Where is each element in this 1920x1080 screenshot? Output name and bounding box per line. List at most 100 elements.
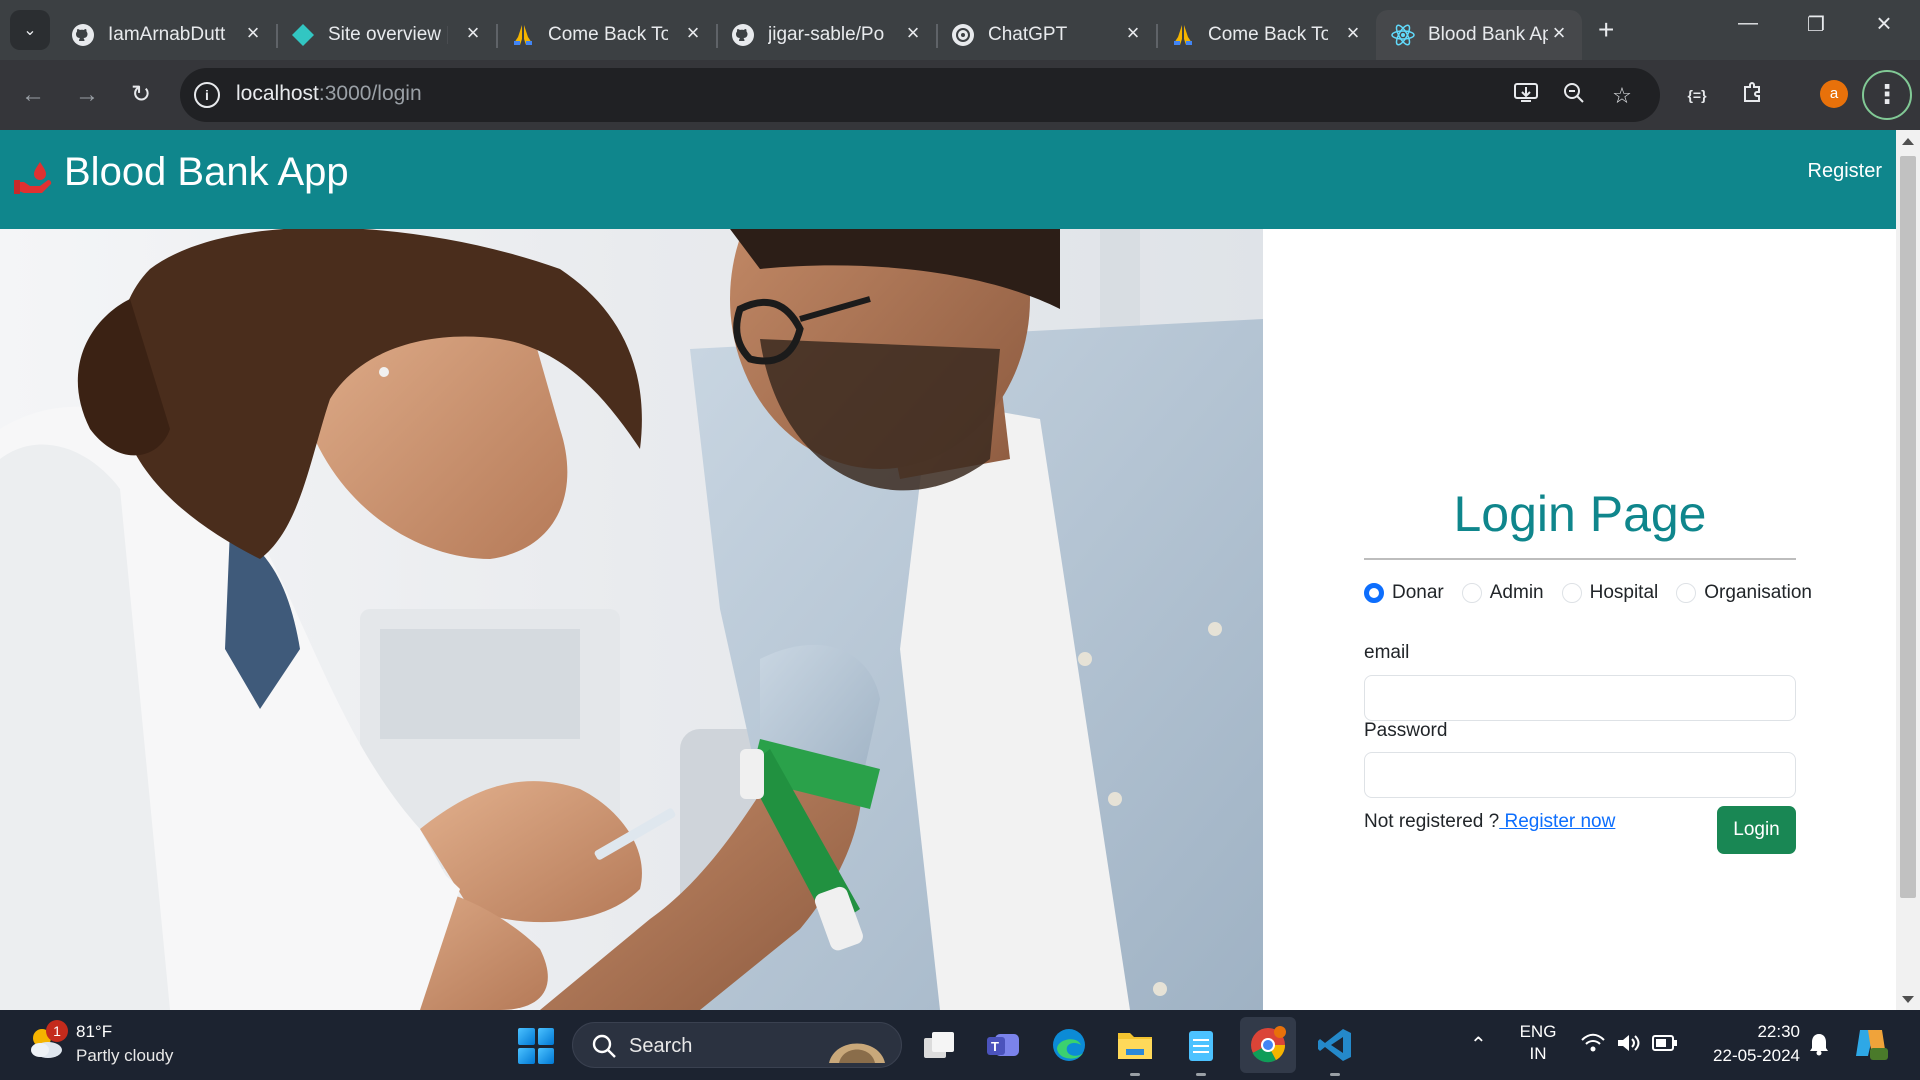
tab-title: jigar-sable/Po	[768, 24, 885, 45]
app-brand[interactable]: Blood Bank App	[64, 150, 349, 195]
web-page: Blood Bank App Register Login Page Donar…	[0, 130, 1896, 1010]
task-view-icon[interactable]	[918, 1024, 960, 1066]
radio-organisation[interactable]	[1676, 583, 1697, 603]
language-code: ENG	[1519, 1022, 1557, 1041]
role-label: Organisation	[1704, 582, 1812, 603]
minimize-icon[interactable]: —	[1728, 12, 1768, 35]
show-hidden-icons-chevron-icon[interactable]: ⌃	[1470, 1032, 1487, 1057]
scroll-down-icon[interactable]	[1902, 996, 1914, 1003]
tab-strip: ⌄ IamArnabDutt × Site overview | × Come …	[0, 0, 1920, 60]
radio-admin[interactable]	[1461, 583, 1482, 603]
tab-2[interactable]: Site overview | ×	[276, 10, 498, 60]
search-icon	[592, 1034, 616, 1058]
browser-menu-button[interactable]: ⋮	[1862, 70, 1912, 120]
restore-icon[interactable]: ❐	[1796, 12, 1836, 37]
wifi-icon[interactable]	[1580, 1032, 1606, 1059]
page-scrollbar[interactable]	[1896, 130, 1920, 1010]
notepad-icon[interactable]	[1180, 1024, 1222, 1076]
new-tab-button[interactable]: +	[1598, 14, 1614, 46]
github-icon	[730, 22, 756, 48]
taskbar-clock[interactable]: 22:30 22-05-2024	[1700, 1022, 1800, 1066]
close-icon[interactable]: ×	[462, 22, 484, 44]
netlify-icon	[290, 22, 316, 48]
not-registered-text: Not registered ? Register now	[1364, 811, 1615, 833]
url-host: localhost	[236, 82, 319, 105]
forward-icon[interactable]: →	[72, 80, 102, 110]
radio-hospital[interactable]	[1561, 583, 1582, 603]
tab-search-button[interactable]: ⌄	[10, 10, 50, 50]
close-icon[interactable]: ×	[1548, 22, 1570, 44]
vscode-icon[interactable]	[1314, 1024, 1356, 1076]
role-option-donar[interactable]: Donar	[1364, 582, 1444, 604]
login-button[interactable]: Login	[1717, 806, 1796, 854]
notifications-bell-icon[interactable]	[1808, 1032, 1830, 1061]
edge-icon[interactable]	[1048, 1024, 1090, 1066]
title-divider	[1364, 558, 1796, 560]
copilot-icon[interactable]	[1852, 1024, 1890, 1067]
password-field[interactable]	[1364, 752, 1796, 798]
role-radio-group: Donar Admin Hospital Organisation	[1364, 578, 1812, 608]
tab-1[interactable]: IamArnabDutt ×	[56, 10, 278, 60]
json-viewer-extension-icon[interactable]: {=}	[1682, 80, 1712, 110]
praying-hands-icon	[1170, 22, 1196, 48]
chatgpt-icon	[950, 22, 976, 48]
teams-icon[interactable]: T	[982, 1024, 1024, 1066]
role-option-admin[interactable]: Admin	[1461, 582, 1544, 604]
url-text[interactable]: localhost:3000/login	[236, 82, 422, 106]
react-icon	[1390, 22, 1416, 48]
tab-title: ChatGPT	[988, 24, 1068, 45]
extensions-icon[interactable]	[1738, 80, 1768, 110]
email-field[interactable]	[1364, 675, 1796, 721]
close-icon[interactable]: ×	[1122, 22, 1144, 44]
scroll-thumb[interactable]	[1900, 156, 1916, 898]
battery-icon[interactable]	[1652, 1034, 1678, 1057]
region-code: IN	[1529, 1044, 1547, 1063]
praying-hands-icon	[510, 22, 536, 48]
tab-3[interactable]: Come Back To ×	[496, 10, 718, 60]
scroll-up-icon[interactable]	[1902, 138, 1914, 145]
chrome-icon[interactable]	[1240, 1017, 1296, 1073]
zoom-icon[interactable]	[1560, 82, 1588, 110]
blood-donation-logo-icon	[14, 162, 52, 194]
role-option-hospital[interactable]: Hospital	[1561, 582, 1659, 604]
register-now-link[interactable]: Register now	[1499, 811, 1615, 832]
tab-title: Site overview |	[328, 24, 448, 45]
tab-title: IamArnabDutt	[108, 24, 226, 45]
site-info-icon[interactable]: i	[194, 82, 220, 108]
tab-7-active[interactable]: Blood Bank Ap ×	[1376, 10, 1582, 60]
close-icon[interactable]: ×	[1342, 22, 1364, 44]
install-app-icon[interactable]	[1512, 82, 1540, 110]
search-highlight-icon	[829, 1043, 885, 1063]
close-icon[interactable]: ×	[902, 22, 924, 44]
tab-title: Blood Bank Ap	[1428, 24, 1548, 45]
back-icon[interactable]: ←	[18, 80, 48, 110]
reload-icon[interactable]: ↻	[126, 80, 156, 110]
tab-5[interactable]: ChatGPT ×	[936, 10, 1158, 60]
input-language-indicator[interactable]: ENG IN	[1518, 1022, 1558, 1064]
role-option-organisation[interactable]: Organisation	[1676, 582, 1812, 604]
weather-temperature[interactable]: 81°F	[76, 1022, 112, 1042]
role-label: Donar	[1392, 582, 1444, 603]
windows-start-icon[interactable]	[518, 1028, 554, 1064]
close-window-icon[interactable]: ×	[1864, 8, 1904, 39]
windows-taskbar: 1 81°F Partly cloudy Search T ⌃ ENG IN 2…	[0, 1010, 1920, 1080]
tab-4[interactable]: jigar-sable/Po ×	[716, 10, 938, 60]
close-icon[interactable]: ×	[682, 22, 704, 44]
radio-donar[interactable]	[1364, 583, 1384, 603]
nav-register-link[interactable]: Register	[1808, 160, 1882, 183]
password-label: Password	[1364, 720, 1448, 741]
login-title: Login Page	[1453, 486, 1707, 542]
search-placeholder: Search	[629, 1035, 693, 1057]
file-explorer-icon[interactable]	[1114, 1024, 1156, 1076]
tab-6[interactable]: Come Back To ×	[1156, 10, 1376, 60]
weather-alert-badge: 1	[46, 1020, 68, 1042]
not-registered-label: Not registered ?	[1364, 811, 1500, 832]
address-bar[interactable]: i localhost:3000/login ☆	[180, 68, 1660, 122]
profile-avatar[interactable]: a	[1820, 80, 1848, 108]
volume-icon[interactable]	[1616, 1032, 1642, 1059]
role-label: Hospital	[1589, 582, 1659, 603]
bookmark-star-icon[interactable]: ☆	[1608, 82, 1636, 110]
weather-description[interactable]: Partly cloudy	[76, 1046, 173, 1066]
taskbar-search-box[interactable]: Search	[572, 1022, 902, 1068]
close-icon[interactable]: ×	[242, 22, 264, 44]
